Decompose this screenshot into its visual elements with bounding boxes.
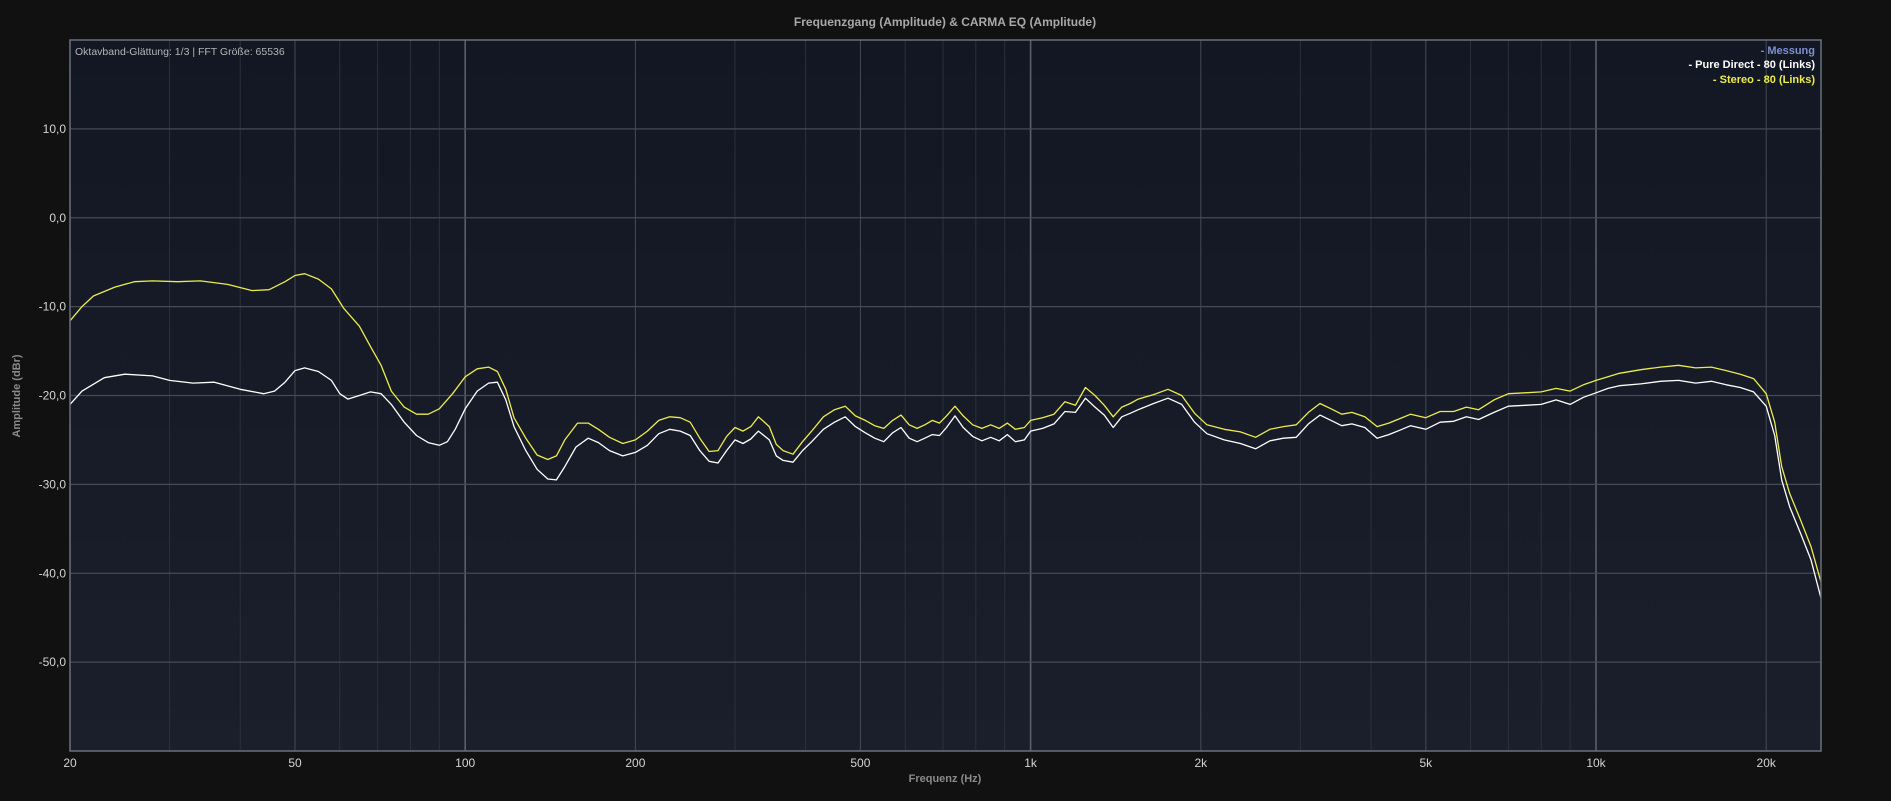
x-tick-label: 2k bbox=[1194, 756, 1208, 770]
legend-entry-pure-direct: - Pure Direct - 80 (Links) bbox=[1688, 59, 1815, 71]
x-tick-label: 10k bbox=[1586, 756, 1606, 770]
x-tick-label: 200 bbox=[625, 756, 645, 770]
y-tick-label: -50,0 bbox=[39, 655, 67, 669]
x-tick-label: 500 bbox=[850, 756, 870, 770]
y-tick-label: -20,0 bbox=[39, 389, 67, 403]
legend-title: - Messung bbox=[1761, 45, 1815, 57]
y-tick-label: -40,0 bbox=[39, 566, 67, 580]
legend-entry-stereo: - Stereo - 80 (Links) bbox=[1713, 74, 1815, 86]
y-tick-label: 0,0 bbox=[49, 211, 66, 225]
x-tick-label: 20k bbox=[1757, 756, 1777, 770]
x-tick-label: 50 bbox=[288, 756, 302, 770]
y-tick-label: -10,0 bbox=[39, 300, 67, 314]
chart-title: Frequenzgang (Amplitude) & CARMA EQ (Amp… bbox=[794, 15, 1096, 29]
x-axis-ticks: 20 50 100 200 500 1k 2k 5k 10k 20k bbox=[63, 756, 1777, 770]
x-tick-label: 100 bbox=[455, 756, 475, 770]
y-axis-label: Amplitude (dBr) bbox=[11, 354, 23, 437]
x-axis-label: Frequenz (Hz) bbox=[909, 773, 982, 785]
smoothing-info: Oktavband-Glättung: 1/3 | FFT Größe: 655… bbox=[75, 46, 285, 58]
frequency-response-chart: Frequenzgang (Amplitude) & CARMA EQ (Amp… bbox=[11, 15, 1822, 785]
x-tick-label: 5k bbox=[1419, 756, 1433, 770]
y-tick-label: 10,0 bbox=[43, 122, 67, 136]
y-axis-ticks: 10,0 0,0 -10,0 -20,0 -30,0 -40,0 -50,0 bbox=[39, 122, 67, 669]
x-tick-label: 1k bbox=[1024, 756, 1038, 770]
y-tick-label: -30,0 bbox=[39, 477, 67, 491]
x-tick-label: 20 bbox=[63, 756, 77, 770]
